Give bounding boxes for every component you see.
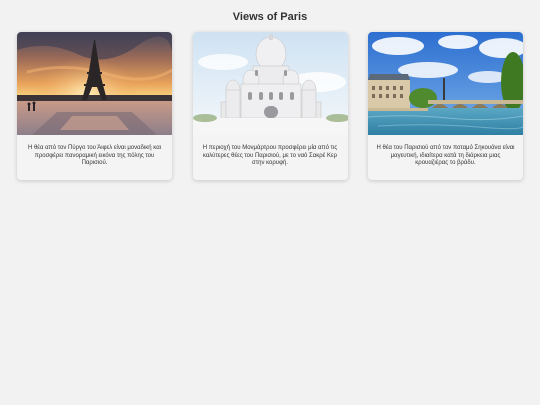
page: Views of Paris Η θέα από τον Πύργο του Ά…: [0, 0, 540, 405]
seine-caption: Η θέα του Παρισιού από τον ποταμό Σηκουά…: [376, 145, 515, 166]
seine-image: [368, 32, 523, 135]
gallery: Η θέα από τον Πύργο του Άιφελ είναι μονα…: [17, 32, 523, 180]
card-eiffel-tower: Η θέα από τον Πύργο του Άιφελ είναι μονα…: [17, 32, 172, 180]
card-sacre-coeur: Η περιοχή του Μονμάρτρου προσφέρει μία α…: [192, 32, 348, 180]
page-title: Views of Paris: [232, 11, 308, 23]
card-seine: Η θέα του Παρισιού από τον ποταμό Σηκουά…: [368, 32, 523, 180]
eiffel-tower-caption: Η θέα από τον Πύργο του Άιφελ είναι μονα…: [27, 145, 162, 166]
sacre-coeur-image: [192, 32, 348, 135]
eiffel-tower-image: [17, 32, 172, 135]
sacre-coeur-caption: Η περιοχή του Μονμάρτρου προσφέρει μία α…: [202, 145, 338, 166]
